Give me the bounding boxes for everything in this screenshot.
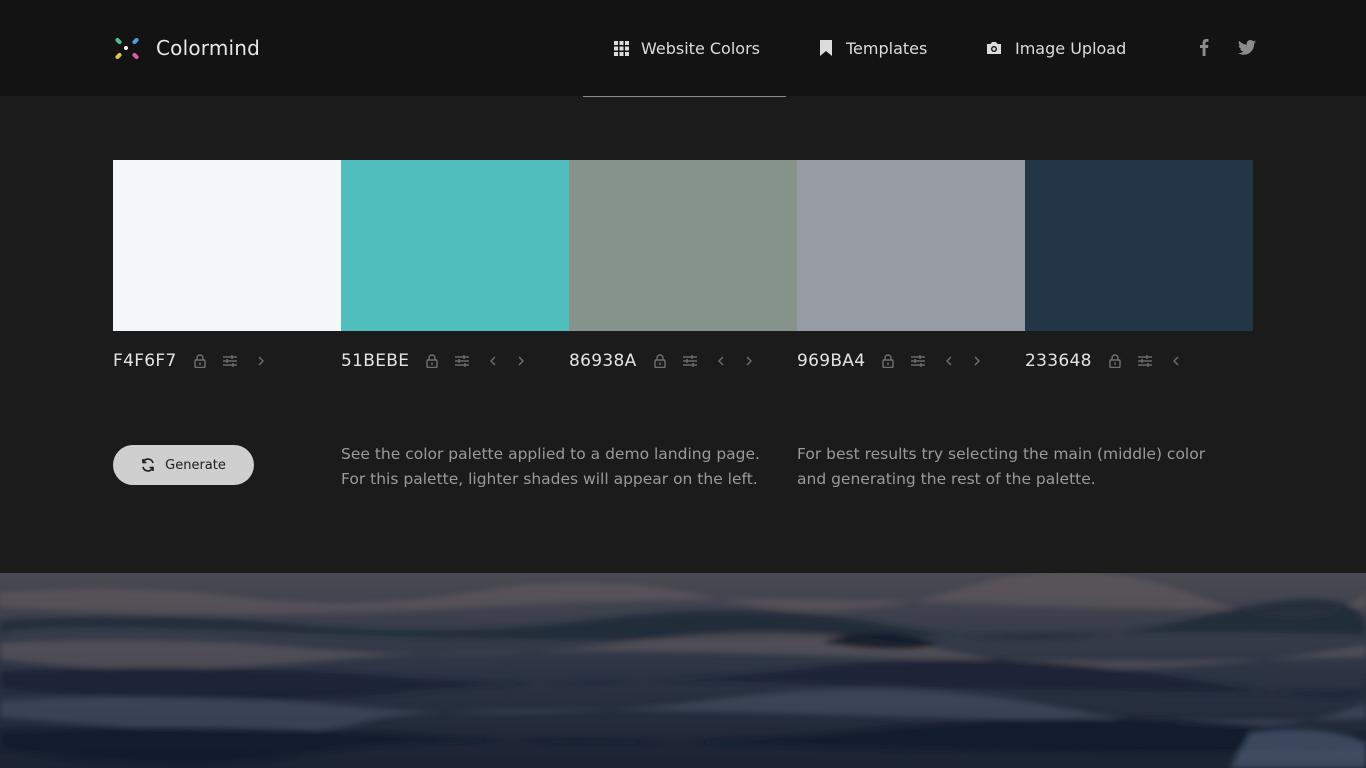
color-controls-1: F4F6F7: [113, 346, 264, 376]
facebook-icon: [1199, 38, 1209, 60]
twitter-link[interactable]: [1238, 40, 1256, 59]
chevron-right-icon[interactable]: [746, 351, 752, 371]
top-header: Colormind Website Colors Templates Image…: [0, 0, 1366, 97]
tip-info: For best results try selecting the main …: [797, 442, 1205, 492]
color-controls-5: 233648: [1025, 346, 1179, 376]
swatch-5[interactable]: [1025, 160, 1253, 331]
lock-icon[interactable]: [1109, 351, 1121, 371]
color-controls-2: 51BEBE: [341, 346, 525, 376]
nav-label: Image Upload: [1015, 38, 1127, 58]
hex-code[interactable]: F4F6F7: [113, 351, 177, 371]
chevron-left-icon[interactable]: [946, 351, 952, 371]
demo-info-line-2: For this palette, lighter shades will ap…: [341, 470, 758, 488]
lock-icon[interactable]: [882, 351, 895, 371]
lock-icon[interactable]: [193, 351, 206, 371]
color-controls-3: 86938A: [569, 346, 752, 376]
active-tab-indicator: [583, 96, 786, 97]
chevron-right-icon[interactable]: [974, 351, 981, 371]
lock-icon[interactable]: [653, 351, 666, 371]
adjust-icon[interactable]: [455, 351, 470, 371]
hex-code[interactable]: 51BEBE: [341, 351, 409, 371]
facebook-link[interactable]: [1199, 38, 1209, 60]
demo-info: See the color palette applied to a demo …: [341, 442, 760, 492]
tip-info-line-2: and generating the rest of the palette.: [797, 470, 1096, 488]
brand-name: Colormind: [156, 36, 261, 60]
adjust-icon[interactable]: [682, 351, 697, 371]
swatch-1[interactable]: [113, 160, 341, 331]
color-controls-4: 969BA4: [797, 346, 981, 376]
hex-code[interactable]: 969BA4: [797, 351, 865, 371]
colormind-logo-icon: [113, 34, 141, 62]
chevron-left-icon[interactable]: [1172, 351, 1179, 371]
brand-logo[interactable]: Colormind: [113, 34, 260, 62]
hex-code[interactable]: 86938A: [569, 351, 637, 371]
nav-image-upload[interactable]: Image Upload: [986, 0, 1126, 96]
nav-templates[interactable]: Templates: [820, 0, 927, 96]
refresh-icon: [141, 458, 155, 472]
lock-icon[interactable]: [426, 351, 438, 371]
generate-label: Generate: [165, 457, 226, 473]
tip-info-line-1: For best results try selecting the main …: [797, 445, 1206, 463]
nav-label: Templates: [846, 38, 928, 58]
chevron-right-icon[interactable]: [258, 351, 264, 371]
generate-button[interactable]: Generate: [113, 445, 254, 485]
chevron-left-icon[interactable]: [490, 351, 496, 371]
swatch-4[interactable]: [797, 160, 1025, 331]
hero-water-image: [0, 573, 1366, 768]
swatch-3[interactable]: [569, 160, 797, 331]
adjust-icon[interactable]: [222, 351, 237, 371]
demo-info-line-1: See the color palette applied to a demo …: [341, 445, 760, 463]
chevron-right-icon[interactable]: [518, 351, 525, 371]
nav-label: Website Colors: [641, 38, 760, 58]
adjust-icon[interactable]: [911, 351, 926, 371]
camera-icon: [986, 41, 1002, 55]
palette-codes: F4F6F7 51BEBE 86938A 969BA4 233648: [113, 346, 1253, 376]
chevron-left-icon[interactable]: [717, 351, 724, 371]
bookmark-icon: [820, 40, 832, 56]
hex-code[interactable]: 233648: [1025, 351, 1092, 371]
adjust-icon[interactable]: [1137, 351, 1152, 371]
grid-icon: [614, 40, 629, 56]
nav-website-colors[interactable]: Website Colors: [614, 0, 760, 96]
swatch-2[interactable]: [341, 160, 569, 331]
palette-swatches: [113, 160, 1253, 331]
twitter-icon: [1238, 40, 1256, 59]
